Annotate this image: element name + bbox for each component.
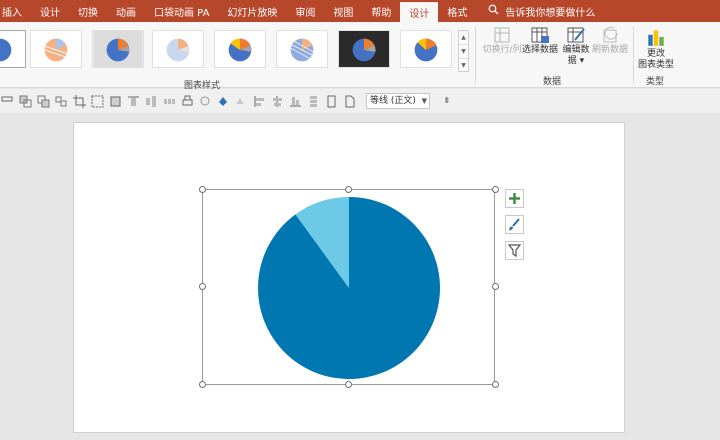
- change-chart-type-icon: [648, 30, 664, 46]
- change-chart-type-button[interactable]: 更改 图表类型: [636, 26, 676, 71]
- select-data-icon: [531, 27, 549, 43]
- tab-1[interactable]: 设计: [31, 0, 69, 22]
- chart-style-7[interactable]: [338, 30, 390, 68]
- tab-2[interactable]: 切换: [69, 0, 107, 22]
- plus-icon: [509, 193, 520, 204]
- switch-row-column-button[interactable]: 切换行/列: [482, 26, 522, 56]
- resize-handle-bottom-right[interactable]: [492, 381, 499, 388]
- select-data-button[interactable]: 选择数据: [522, 26, 558, 56]
- effects-icon[interactable]: [234, 94, 249, 109]
- format-painter-icon[interactable]: [0, 94, 15, 109]
- bring-forward-icon[interactable]: [18, 94, 33, 109]
- send-backward-icon[interactable]: [36, 94, 51, 109]
- chart-elements-button[interactable]: [505, 189, 524, 208]
- scroll-up-icon[interactable]: ▲: [459, 31, 468, 45]
- more-options-icon[interactable]: ⇟: [443, 96, 451, 106]
- size-icon[interactable]: [324, 94, 339, 109]
- chart-filters-button[interactable]: [505, 241, 524, 260]
- tab-10[interactable]: 格式: [438, 0, 476, 22]
- chart-style-8[interactable]: [400, 30, 452, 68]
- chart-style-2[interactable]: [30, 30, 82, 68]
- scroll-down-icon[interactable]: ▼: [459, 45, 468, 59]
- slide-canvas: [0, 113, 720, 440]
- shape-outline-icon[interactable]: [198, 94, 213, 109]
- tab-4[interactable]: 口袋动画 PA: [145, 0, 218, 22]
- quick-toolbar: 等线 (正文) ▼ ⇟: [0, 89, 720, 113]
- tell-me-text: 告诉我你想要做什么: [505, 7, 596, 19]
- edit-data-icon: [567, 27, 585, 43]
- data-group-label: 数据: [543, 77, 562, 87]
- paintbrush-icon: [509, 218, 520, 231]
- tab-9[interactable]: 设计: [400, 2, 439, 22]
- align-bottom-icon[interactable]: [288, 94, 303, 109]
- tab-0[interactable]: 插入: [0, 0, 31, 22]
- search-icon: [488, 4, 499, 18]
- resize-handle-bottom[interactable]: [345, 381, 352, 388]
- chevron-down-icon: ▼: [421, 97, 427, 105]
- type-group-label: 类型: [646, 77, 665, 87]
- slide[interactable]: [73, 122, 625, 433]
- tab-6[interactable]: 审阅: [286, 0, 324, 22]
- select-pane-icon[interactable]: [90, 94, 105, 109]
- align-left-icon[interactable]: [252, 94, 267, 109]
- resize-handle-top-right[interactable]: [492, 186, 499, 193]
- group-icon[interactable]: [54, 94, 69, 109]
- print-icon[interactable]: [180, 94, 195, 109]
- align-middle-icon[interactable]: [144, 94, 159, 109]
- tab-7[interactable]: 视图: [324, 0, 362, 22]
- crop-icon[interactable]: [72, 94, 87, 109]
- chart-styles-button[interactable]: [505, 215, 524, 234]
- edit-data-button[interactable]: 编辑数 据 ▾: [560, 26, 592, 67]
- chart-style-1[interactable]: [0, 30, 26, 68]
- expand-gallery-icon[interactable]: ▼: [459, 59, 468, 73]
- chart-frame[interactable]: [202, 189, 495, 385]
- distribute-vertical-icon[interactable]: [306, 94, 321, 109]
- group-separator: [475, 26, 476, 84]
- chart-style-4[interactable]: [152, 30, 204, 68]
- align-center-icon[interactable]: [270, 94, 285, 109]
- filter-icon: [507, 244, 522, 258]
- switch-row-column-icon: [494, 27, 510, 43]
- tab-8[interactable]: 帮助: [362, 0, 400, 22]
- distribute-icon[interactable]: [162, 94, 177, 109]
- resize-handle-top-left[interactable]: [199, 186, 206, 193]
- ribbon-tab-bar: 插入 设计 切换 动画 口袋动画 PA 幻灯片放映 审阅 视图 帮助 设计 格式 告诉我你想要做什么: [0, 0, 720, 22]
- pie-chart[interactable]: [203, 190, 496, 386]
- tab-5[interactable]: 幻灯片放映: [218, 0, 286, 22]
- chart-style-gallery: ▲ ▼ ▼ 图表样式: [0, 26, 471, 94]
- refresh-data-icon: [603, 26, 618, 43]
- align-top-icon[interactable]: [126, 94, 141, 109]
- refresh-data-button[interactable]: 刷新数据: [592, 26, 628, 56]
- arrange-icon[interactable]: [108, 94, 123, 109]
- tab-3[interactable]: 动画: [107, 0, 145, 22]
- resize-handle-bottom-left[interactable]: [199, 381, 206, 388]
- ribbon-body: ▲ ▼ ▼ 图表样式 切换行/列 选择数据 编辑数 据 ▾ 刷新数据 数据 更改…: [0, 22, 720, 91]
- group-separator: [633, 26, 634, 84]
- resize-handle-top[interactable]: [345, 186, 352, 193]
- chart-style-6[interactable]: [276, 30, 328, 68]
- resize-handle-right[interactable]: [492, 283, 499, 290]
- paint-bucket-icon[interactable]: [216, 94, 231, 109]
- new-page-icon[interactable]: [342, 94, 357, 109]
- chart-style-3[interactable]: [92, 30, 144, 68]
- resize-handle-left[interactable]: [199, 283, 206, 290]
- gallery-scroll[interactable]: ▲ ▼ ▼: [458, 30, 469, 72]
- font-name-select[interactable]: 等线 (正文) ▼: [366, 93, 430, 109]
- tell-me-box[interactable]: 告诉我你想要做什么: [476, 0, 595, 22]
- chart-style-5[interactable]: [214, 30, 266, 68]
